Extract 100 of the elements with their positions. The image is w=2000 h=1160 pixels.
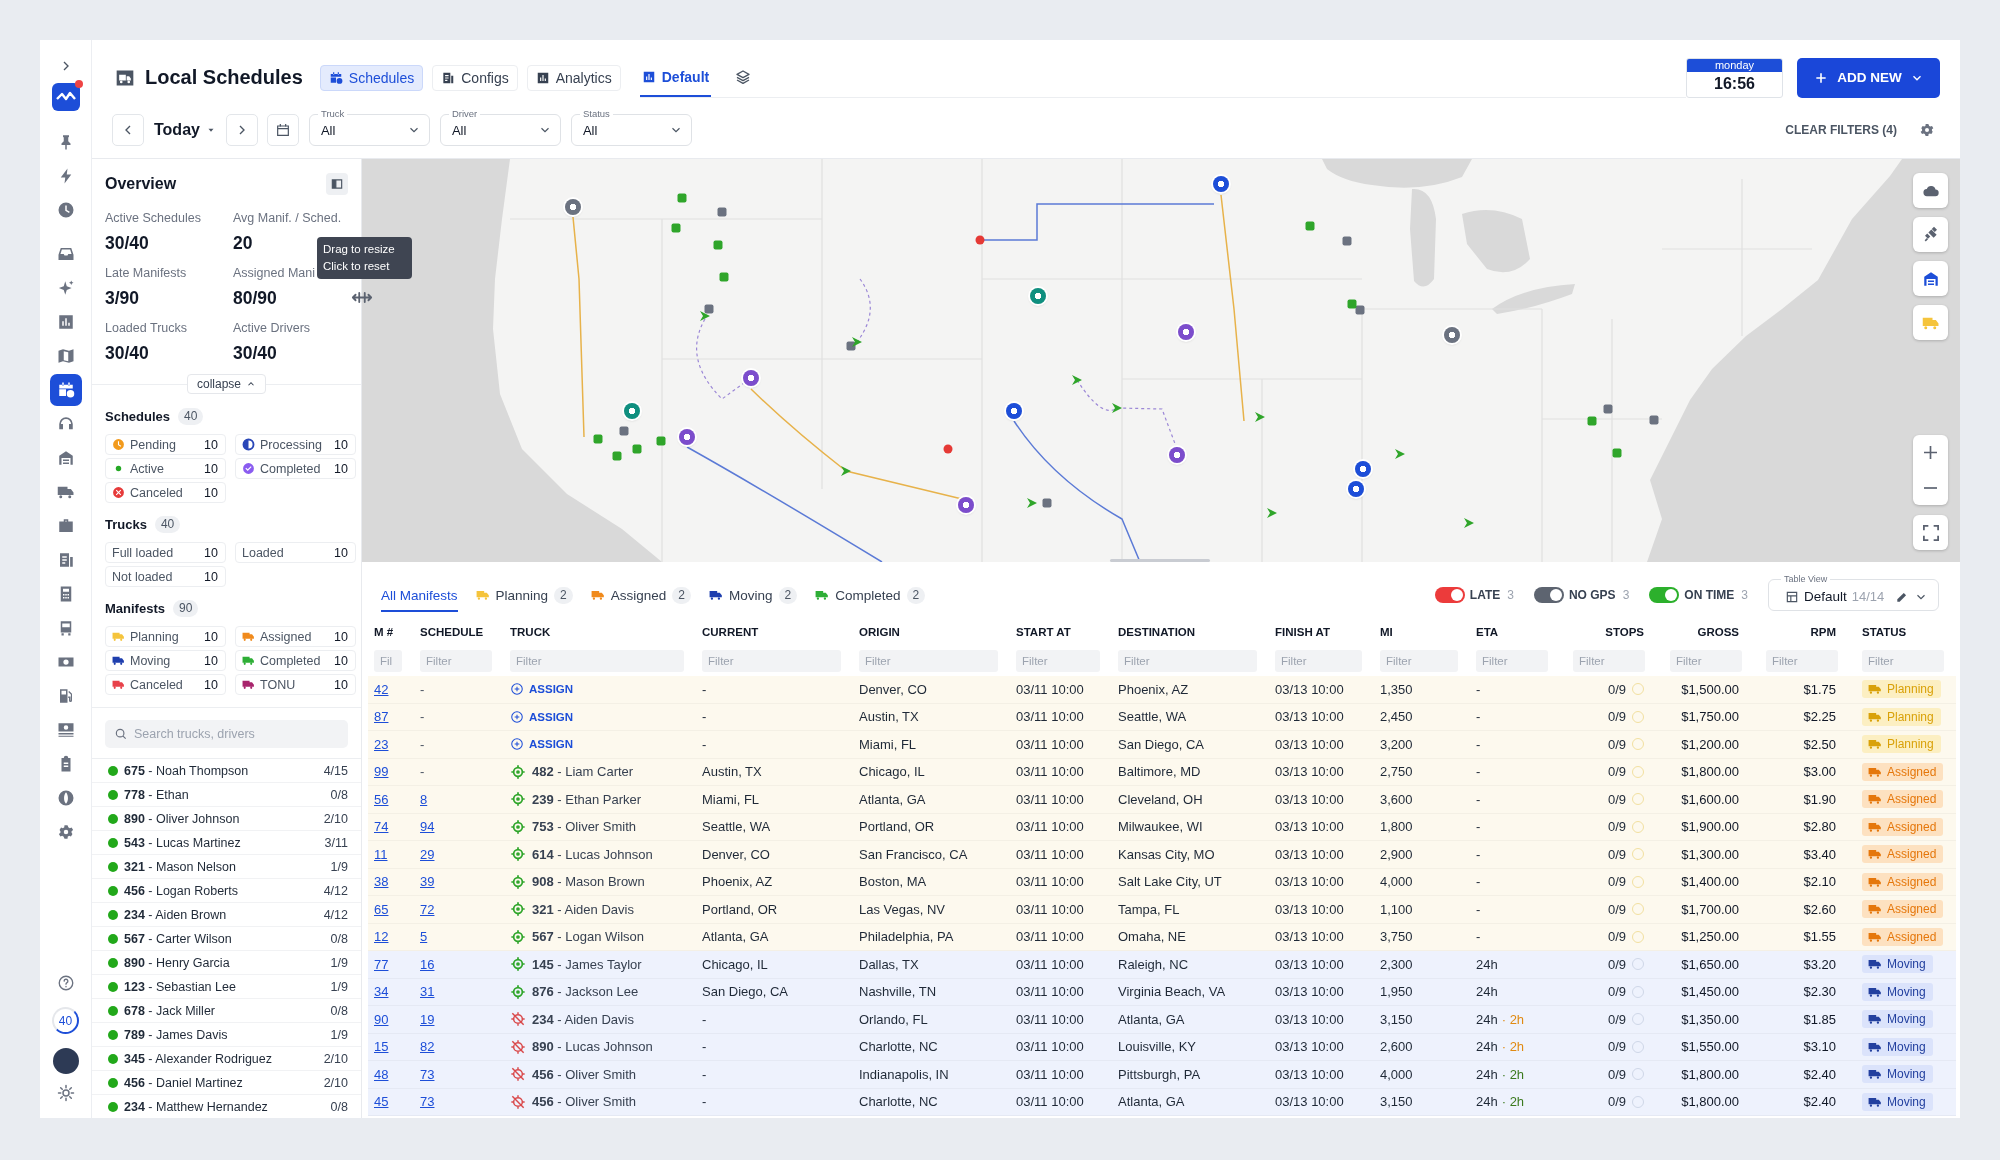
column-header[interactable]: ETA (1470, 618, 1580, 646)
alert-marker-icon[interactable] (975, 235, 985, 245)
vehicle-marker-icon[interactable] (656, 436, 666, 446)
view-tab[interactable]: Configs (432, 64, 518, 91)
manifest-tab[interactable]: Completed 2 (815, 578, 926, 612)
table-row[interactable]: 74 94 753 - Oliver Smith Seattle, WA Portland, OR 03/11 10:00 Milwaukee, WI 03/13 10:00 1,800 - 0/9 $1,900.00 $2.80 Assigned (368, 813, 1956, 841)
driver-row[interactable]: 890 - Henry Garcia 1/9 (92, 951, 361, 975)
map-layer-button[interactable] (1913, 173, 1948, 208)
manifest-link[interactable]: 34 (374, 984, 389, 1000)
location-pin-icon[interactable] (565, 199, 581, 215)
help-icon[interactable] (56, 974, 75, 992)
table-row[interactable]: 77 16 145 - James Taylor Chicago, IL Dallas, TX 03/11 10:00 Raleigh, NC 03/13 10:00 2,300 24h 0/9 $1,650.00 $3.20 Moving (368, 951, 1956, 979)
driver-row[interactable]: 778 - Ethan 0/8 (92, 783, 361, 807)
direction-arrow-icon[interactable] (840, 465, 852, 477)
manifest-link[interactable]: 15 (374, 1039, 389, 1055)
direction-arrow-icon[interactable] (1394, 448, 1406, 460)
direction-arrow-icon[interactable] (1071, 374, 1083, 386)
stop-marker-icon[interactable] (1042, 498, 1052, 508)
stop-marker-icon[interactable] (704, 304, 714, 314)
summary-chip[interactable]: Completed 10 (235, 650, 356, 671)
search-field[interactable]: Search trucks, drivers (105, 720, 348, 748)
schedule-link[interactable]: 31 (420, 984, 435, 1000)
table-row[interactable]: 23 - ASSIGN - Miami, FL 03/11 10:00 San Diego, CA 03/13 10:00 3,200 - 0/9 $1,200.00 $2.50 Planning (368, 731, 1956, 759)
manifest-link[interactable]: 45 (374, 1094, 389, 1110)
vehicle-marker-icon[interactable] (677, 193, 687, 203)
column-header[interactable]: GROSS (1652, 618, 1747, 646)
filter-select[interactable]: Driver All (439, 108, 561, 146)
direction-arrow-icon[interactable] (1111, 402, 1123, 414)
filter-input[interactable]: Filter (1016, 650, 1100, 672)
filter-input[interactable]: Filter (420, 650, 492, 672)
location-pin-icon[interactable] (624, 403, 640, 419)
column-header[interactable]: ORIGIN (853, 618, 1010, 646)
manifest-link[interactable]: 56 (374, 791, 389, 807)
map-layer-button[interactable] (1913, 217, 1948, 252)
vehicle-marker-icon[interactable] (1347, 299, 1357, 309)
table-row[interactable]: 34 31 876 - Jackson Lee San Diego, CA Nashville, TN 03/11 10:00 Virginia Beach, VA 03/13 10:00 1,950 24h 0/9 $1,450.00 $2.30 Moving (368, 978, 1956, 1006)
table-row[interactable]: 42 - ASSIGN - Denver, CO 03/11 10:00 Phoenix, AZ 03/13 10:00 1,350 - 0/9 $1,500.00 $1.75 Planning (368, 676, 1956, 704)
manifest-link[interactable]: 77 (374, 956, 389, 972)
schedule-link[interactable]: 19 (420, 1011, 435, 1027)
column-header[interactable]: SCHEDULE (414, 618, 504, 646)
driver-row[interactable]: 789 - James Davis 1/9 (92, 1023, 361, 1047)
manifest-link[interactable]: 74 (374, 819, 389, 835)
manifest-link[interactable]: 90 (374, 1011, 389, 1027)
globe-icon[interactable] (56, 789, 75, 807)
driver-row[interactable]: 321 - Mason Nelson 1/9 (92, 855, 361, 879)
inbox-icon[interactable] (56, 245, 75, 263)
manifest-link[interactable]: 38 (374, 874, 389, 890)
avatar[interactable] (52, 1048, 79, 1074)
location-pin-icon[interactable] (1030, 288, 1046, 304)
manifest-link[interactable]: 12 (374, 929, 389, 945)
vehicle-marker-icon[interactable] (1587, 416, 1597, 426)
map-icon[interactable] (56, 347, 75, 365)
manifest-link[interactable]: 87 (374, 709, 389, 725)
filter-input[interactable]: Filter (1862, 650, 1944, 672)
date-dropdown[interactable]: Today (152, 114, 218, 146)
filter-input[interactable]: Filter (1766, 650, 1838, 672)
location-pin-icon[interactable] (1213, 176, 1229, 192)
summary-chip[interactable]: Pending 10 (105, 434, 226, 455)
assign-button[interactable]: ASSIGN (510, 709, 574, 724)
calendar-button[interactable] (266, 114, 299, 146)
sun-icon[interactable] (56, 1084, 75, 1102)
direction-arrow-icon[interactable] (699, 310, 711, 322)
manifest-link[interactable]: 23 (374, 736, 389, 752)
location-pin-icon[interactable] (958, 497, 974, 513)
table-row[interactable]: 11 29 614 - Lucas Johnson Denver, CO San Francisco, CA 03/11 10:00 Kansas City, MO 03/13 10:00 2,900 - 0/9 $1,300.00 $3.40 Assigned (368, 841, 1956, 869)
vehicle-marker-icon[interactable] (671, 223, 681, 233)
summary-chip[interactable]: Active 10 (105, 458, 226, 479)
clock-icon[interactable] (56, 201, 75, 219)
summary-chip[interactable]: Assigned 10 (235, 626, 356, 647)
schedule-link[interactable]: 82 (420, 1039, 435, 1055)
toggle-switch[interactable] (1649, 587, 1680, 603)
summary-chip[interactable]: Completed 10 (235, 458, 356, 479)
location-pin-icon[interactable] (1178, 324, 1194, 340)
schedule-link[interactable]: 16 (420, 956, 435, 972)
summary-chip[interactable]: Planning 10 (105, 626, 226, 647)
resize-handle-icon[interactable] (351, 292, 373, 303)
app-logo[interactable] (51, 83, 80, 111)
vehicle-marker-icon[interactable] (1612, 448, 1622, 458)
driver-row[interactable]: 456 - Daniel Martinez 2/10 (92, 1071, 361, 1095)
vehicle-marker-icon[interactable] (713, 240, 723, 250)
stop-marker-icon[interactable] (717, 207, 727, 217)
schedule-link[interactable]: 5 (420, 929, 428, 945)
direction-arrow-icon[interactable] (1026, 497, 1038, 509)
summary-chip[interactable]: Moving 10 (105, 650, 226, 671)
schedule-link[interactable]: 72 (420, 901, 435, 917)
map-layer-button[interactable] (1913, 261, 1948, 296)
filter-input[interactable]: Filter (702, 650, 841, 672)
column-header[interactable]: STATUS (1856, 618, 1956, 646)
panel-toggle-button[interactable] (326, 173, 348, 195)
driver-row[interactable]: 234 - Aiden Brown 4/12 (92, 903, 361, 927)
filter-input[interactable]: Filter (1380, 650, 1458, 672)
stop-marker-icon[interactable] (1603, 404, 1613, 414)
driver-row[interactable]: 543 - Lucas Martinez 3/11 (92, 831, 361, 855)
driver-row[interactable]: 678 - Jack Miller 0/8 (92, 999, 361, 1023)
filter-input[interactable]: Filter (1275, 650, 1362, 672)
column-header[interactable]: MI (1374, 618, 1470, 646)
manifest-tab[interactable]: Moving 2 (709, 578, 798, 612)
fullscreen-button[interactable] (1913, 515, 1948, 550)
summary-chip[interactable]: Canceled 10 (105, 674, 226, 695)
location-pin-icon[interactable] (1006, 403, 1022, 419)
